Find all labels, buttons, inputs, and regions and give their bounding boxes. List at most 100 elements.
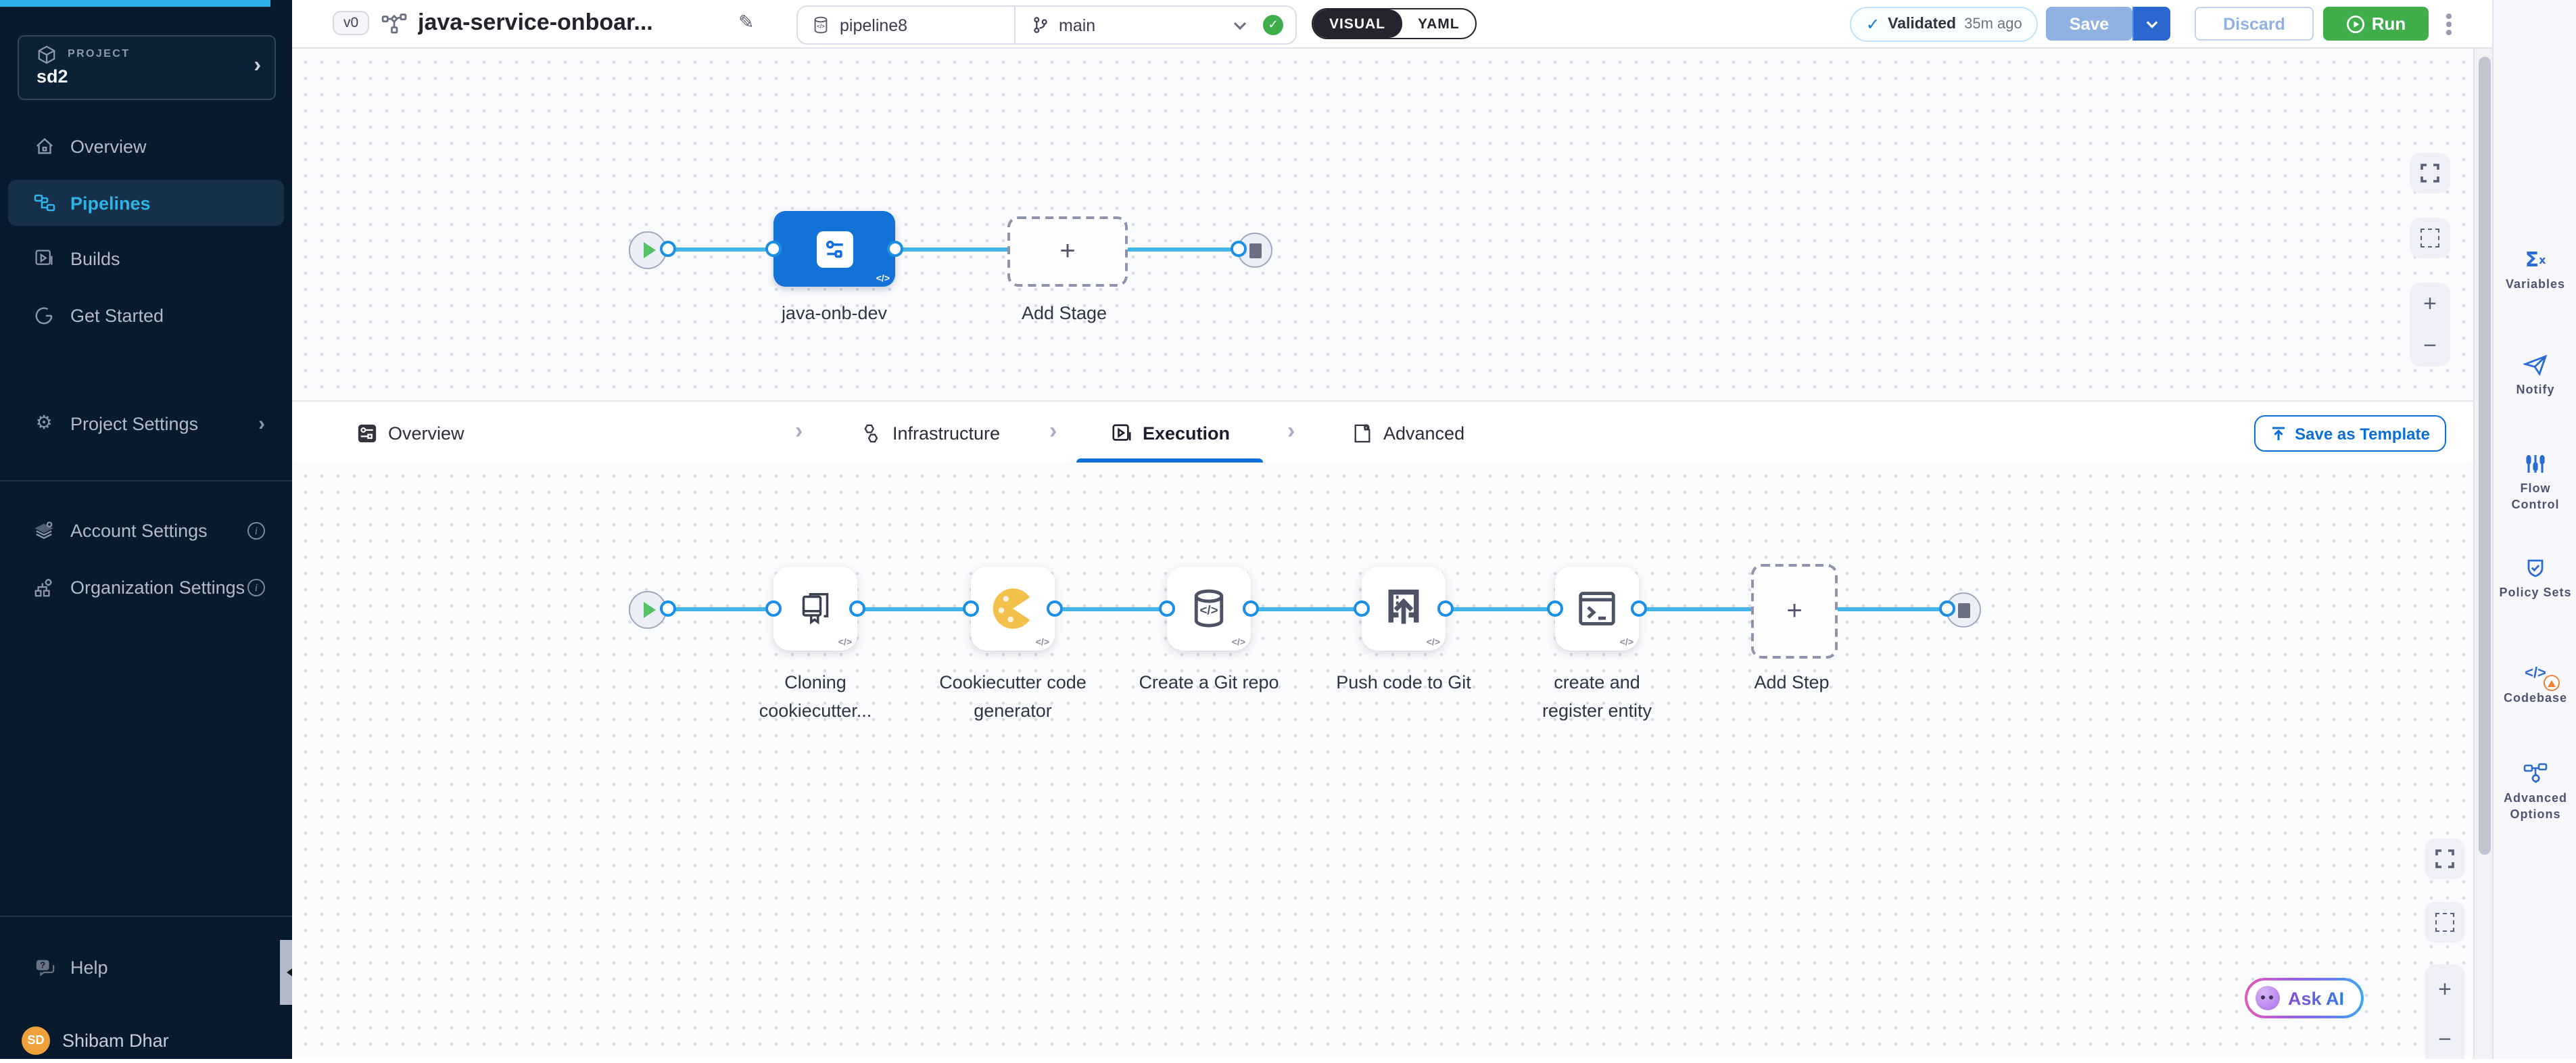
- sidebar-item-label: Account Settings: [70, 520, 208, 540]
- step-node-create-git-repo[interactable]: </> </>: [1167, 567, 1251, 651]
- sidebar-item-builds[interactable]: Builds: [8, 235, 284, 281]
- connector-port[interactable]: [1243, 600, 1259, 617]
- branch-select[interactable]: main ✓: [1016, 7, 1295, 43]
- sidebar-item-label: Help: [70, 957, 108, 977]
- panel-item-label: Advanced Options: [2496, 790, 2575, 822]
- zoom-out-button[interactable]: −: [2423, 334, 2437, 357]
- canvas-scrollbar[interactable]: [2473, 49, 2494, 1059]
- panel-item-notify[interactable]: Notify: [2494, 353, 2576, 398]
- home-icon: [32, 136, 55, 156]
- connector-port[interactable]: [765, 600, 782, 617]
- connector-port[interactable]: [1437, 600, 1454, 617]
- stage-connector-line: [646, 247, 1255, 251]
- scrollbar-thumb[interactable]: [2478, 57, 2490, 855]
- zoom-in-button[interactable]: +: [2423, 292, 2437, 315]
- marquee-icon: [2420, 229, 2439, 247]
- policy-shield-check-icon: [2525, 556, 2546, 580]
- panel-item-variables[interactable]: Σx Variables: [2494, 247, 2576, 292]
- connector-port[interactable]: [1159, 600, 1175, 617]
- terminal-icon: [1577, 590, 1617, 628]
- pipeline-header: v0 java-service-onboar... ✎ </> pipeline…: [292, 0, 2492, 49]
- panel-item-codebase[interactable]: </> Codebase: [2494, 661, 2576, 706]
- sidebar-item-get-started[interactable]: Get Started: [8, 292, 284, 338]
- save-as-template-button[interactable]: Save as Template: [2254, 415, 2446, 452]
- connector-port[interactable]: [1631, 600, 1647, 617]
- yaml-code-badge: </>: [1232, 638, 1245, 648]
- connector-port[interactable]: [849, 600, 865, 617]
- edit-pencil-icon[interactable]: ✎: [738, 11, 754, 34]
- fullscreen-button[interactable]: [2425, 838, 2465, 879]
- pipeline-select[interactable]: </> pipeline8: [798, 7, 1014, 43]
- toggle-yaml[interactable]: YAML: [1402, 9, 1476, 38]
- fit-selection-button[interactable]: [2410, 218, 2450, 258]
- custom-stage-icon: [816, 231, 853, 267]
- tab-infrastructure[interactable]: Infrastructure: [860, 402, 1000, 464]
- sidebar-item-project-settings[interactable]: ⚙ Project Settings ›: [8, 400, 284, 446]
- sidebar-item-pipelines[interactable]: Pipelines: [8, 180, 284, 226]
- yaml-code-badge: </>: [876, 275, 890, 284]
- tab-advanced[interactable]: Advanced: [1352, 402, 1464, 464]
- advanced-icon: [1352, 423, 1373, 443]
- sidebar-item-label: Overview: [70, 136, 147, 156]
- connector-port[interactable]: [1547, 600, 1563, 617]
- panel-item-flow-control[interactable]: Flow Control: [2494, 452, 2576, 513]
- connector-port[interactable]: [660, 241, 676, 257]
- sidebar-item-account-settings[interactable]: Account Settings i: [8, 507, 284, 553]
- sidebar-item-help[interactable]: ? Help: [8, 944, 284, 990]
- zoom-controls: + −: [2410, 283, 2450, 367]
- user-menu[interactable]: SD Shibam Dhar: [8, 1017, 284, 1063]
- save-button[interactable]: Save: [2046, 7, 2132, 41]
- yaml-code-badge: </>: [838, 638, 852, 648]
- validated-status-badge[interactable]: ✓ Validated 35m ago: [1850, 7, 2038, 42]
- sidebar-item-overview[interactable]: Overview: [8, 123, 284, 169]
- tab-overview[interactable]: Overview: [357, 402, 464, 464]
- gear-icon: ⚙: [32, 412, 55, 434]
- stage-name-label: java-onb-dev: [746, 299, 922, 327]
- add-stage-node[interactable]: +: [1007, 216, 1128, 287]
- connector-port[interactable]: [963, 600, 979, 617]
- run-button[interactable]: Run: [2323, 7, 2429, 41]
- pipeline-branch-selector: </> pipeline8 main ✓: [796, 5, 1297, 45]
- panel-item-policy-sets[interactable]: Policy Sets: [2494, 556, 2576, 600]
- stage-node-java-onb-dev[interactable]: </>: [773, 211, 895, 287]
- connector-port[interactable]: [765, 241, 782, 257]
- step-node-cloning-cookiecutter[interactable]: </>: [773, 567, 857, 651]
- fullscreen-button[interactable]: [2410, 153, 2450, 193]
- add-stage-label: Add Stage: [976, 299, 1152, 327]
- marquee-icon: [2435, 913, 2454, 932]
- run-play-icon: [2346, 14, 2365, 33]
- sidebar-item-organization-settings[interactable]: Organization Settings i: [8, 564, 284, 610]
- step-node-push-code-to-git[interactable]: </>: [1362, 567, 1446, 651]
- panel-item-advanced-options[interactable]: Advanced Options: [2494, 761, 2576, 822]
- stage-tab-bar: Overview › Infrastructure › Execution › …: [292, 400, 2473, 465]
- zoom-out-button[interactable]: −: [2438, 1028, 2452, 1051]
- svg-text:</>: </>: [817, 24, 825, 30]
- connector-port[interactable]: [1231, 241, 1247, 257]
- yaml-code-badge: </>: [1427, 638, 1440, 648]
- branch-valid-check-icon: ✓: [1263, 15, 1283, 35]
- connector-port[interactable]: [1047, 600, 1063, 617]
- connector-port[interactable]: [660, 600, 676, 617]
- execution-canvas[interactable]: </> </> </> </> </> </> +: [292, 463, 2473, 1059]
- connector-port[interactable]: [1939, 600, 1955, 617]
- step-node-create-register-entity[interactable]: </>: [1555, 567, 1639, 651]
- fit-selection-button[interactable]: [2425, 902, 2465, 943]
- step-node-cookiecutter-generator[interactable]: </>: [971, 567, 1055, 651]
- project-selector[interactable]: PROJECT sd2 ›: [18, 35, 276, 100]
- tab-execution[interactable]: Execution: [1112, 402, 1230, 464]
- stage-canvas[interactable]: </> + java-onb-dev Add Stage + −: [292, 49, 2473, 400]
- ask-ai-button[interactable]: Ask AI: [2245, 978, 2363, 1018]
- connector-port[interactable]: [1354, 600, 1370, 617]
- discard-button[interactable]: Discard: [2195, 7, 2314, 41]
- fullscreen-icon: [2435, 849, 2454, 868]
- more-options-kebab[interactable]: [2439, 8, 2458, 41]
- add-step-node[interactable]: +: [1751, 564, 1838, 659]
- variables-sigma-icon: Σx: [2525, 247, 2546, 272]
- toggle-visual[interactable]: VISUAL: [1313, 9, 1402, 38]
- connector-port[interactable]: [887, 241, 903, 257]
- zoom-in-button[interactable]: +: [2438, 978, 2452, 1001]
- plus-icon: +: [1786, 596, 1802, 627]
- yaml-code-badge: </>: [1620, 638, 1633, 648]
- add-step-label: Add Step: [1717, 668, 1866, 696]
- save-dropdown-button[interactable]: [2132, 7, 2170, 41]
